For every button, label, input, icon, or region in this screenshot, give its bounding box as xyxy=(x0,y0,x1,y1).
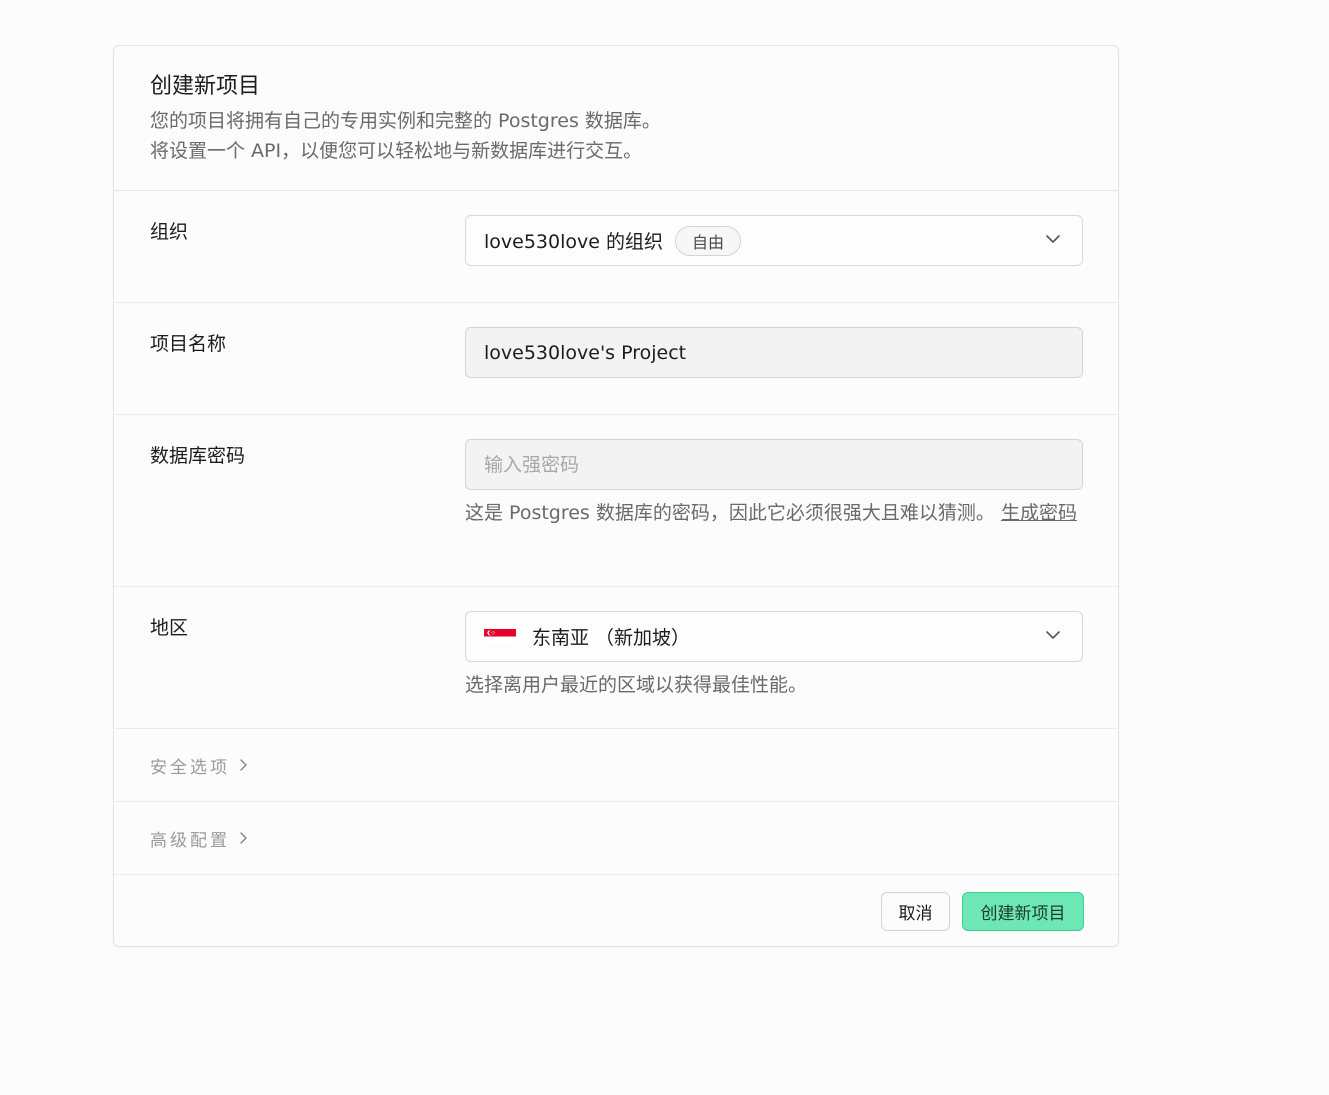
singapore-flag-icon xyxy=(484,629,516,644)
db-password-input[interactable] xyxy=(465,439,1083,490)
region-value: 东南亚 （新加坡） xyxy=(532,627,691,649)
advanced-config-label: 高级配置 xyxy=(150,830,230,851)
organization-select[interactable]: love530love 的组织 自由 xyxy=(465,215,1083,266)
db-password-row: 数据库密码 这是 Postgres 数据库的密码，因此它必须很强大且难以猜测。 … xyxy=(114,415,1118,587)
advanced-config-toggle[interactable]: 高级配置 xyxy=(114,802,1118,875)
project-name-control xyxy=(465,327,1083,378)
organization-value: love530love 的组织 xyxy=(484,231,663,253)
project-name-label: 项目名称 xyxy=(150,333,227,355)
card-footer: 取消 创建新项目 xyxy=(114,875,1118,947)
create-project-button[interactable]: 创建新项目 xyxy=(962,892,1084,931)
region-label: 地区 xyxy=(150,617,189,639)
plan-badge: 自由 xyxy=(674,225,741,256)
project-name-input[interactable] xyxy=(465,327,1083,378)
project-name-row: 项目名称 xyxy=(114,303,1118,415)
organization-control: love530love 的组织 自由 xyxy=(465,215,1083,266)
description-line-1: 您的项目将拥有自己的专用实例和完整的 Postgres 数据库。 xyxy=(150,110,661,132)
db-password-label: 数据库密码 xyxy=(150,445,246,467)
card-header: 创建新项目 您的项目将拥有自己的专用实例和完整的 Postgres 数据库。 将… xyxy=(114,46,1118,191)
cancel-button[interactable]: 取消 xyxy=(881,892,950,931)
chevron-down-icon xyxy=(1046,234,1060,243)
region-row: 地区 东南亚 （新加坡） 选择离用户最近的区域以获得最佳性能。 xyxy=(114,587,1118,729)
region-select[interactable]: 东南亚 （新加坡） xyxy=(465,611,1083,662)
db-password-control: 这是 Postgres 数据库的密码，因此它必须很强大且难以猜测。 生成密码 xyxy=(465,439,1083,528)
create-project-card: 创建新项目 您的项目将拥有自己的专用实例和完整的 Postgres 数据库。 将… xyxy=(113,45,1119,947)
page-title: 创建新项目 xyxy=(150,74,261,99)
security-options-label: 安全选项 xyxy=(150,757,230,778)
organization-row: 组织 love530love 的组织 自由 xyxy=(114,191,1118,303)
organization-label: 组织 xyxy=(150,221,189,243)
db-password-help-text: 这是 Postgres 数据库的密码，因此它必须很强大且难以猜测。 xyxy=(465,502,995,524)
chevron-right-icon xyxy=(240,759,247,771)
region-control: 东南亚 （新加坡） 选择离用户最近的区域以获得最佳性能。 xyxy=(465,611,1083,700)
db-password-help: 这是 Postgres 数据库的密码，因此它必须很强大且难以猜测。 生成密码 xyxy=(465,498,1083,528)
chevron-down-icon xyxy=(1046,630,1060,639)
security-options-toggle[interactable]: 安全选项 xyxy=(114,729,1118,802)
region-help: 选择离用户最近的区域以获得最佳性能。 xyxy=(465,674,808,696)
chevron-right-icon xyxy=(240,832,247,844)
generate-password-link[interactable]: 生成密码 xyxy=(1001,502,1077,524)
description-line-2: 将设置一个 API，以便您可以轻松地与新数据库进行交互。 xyxy=(150,140,643,162)
